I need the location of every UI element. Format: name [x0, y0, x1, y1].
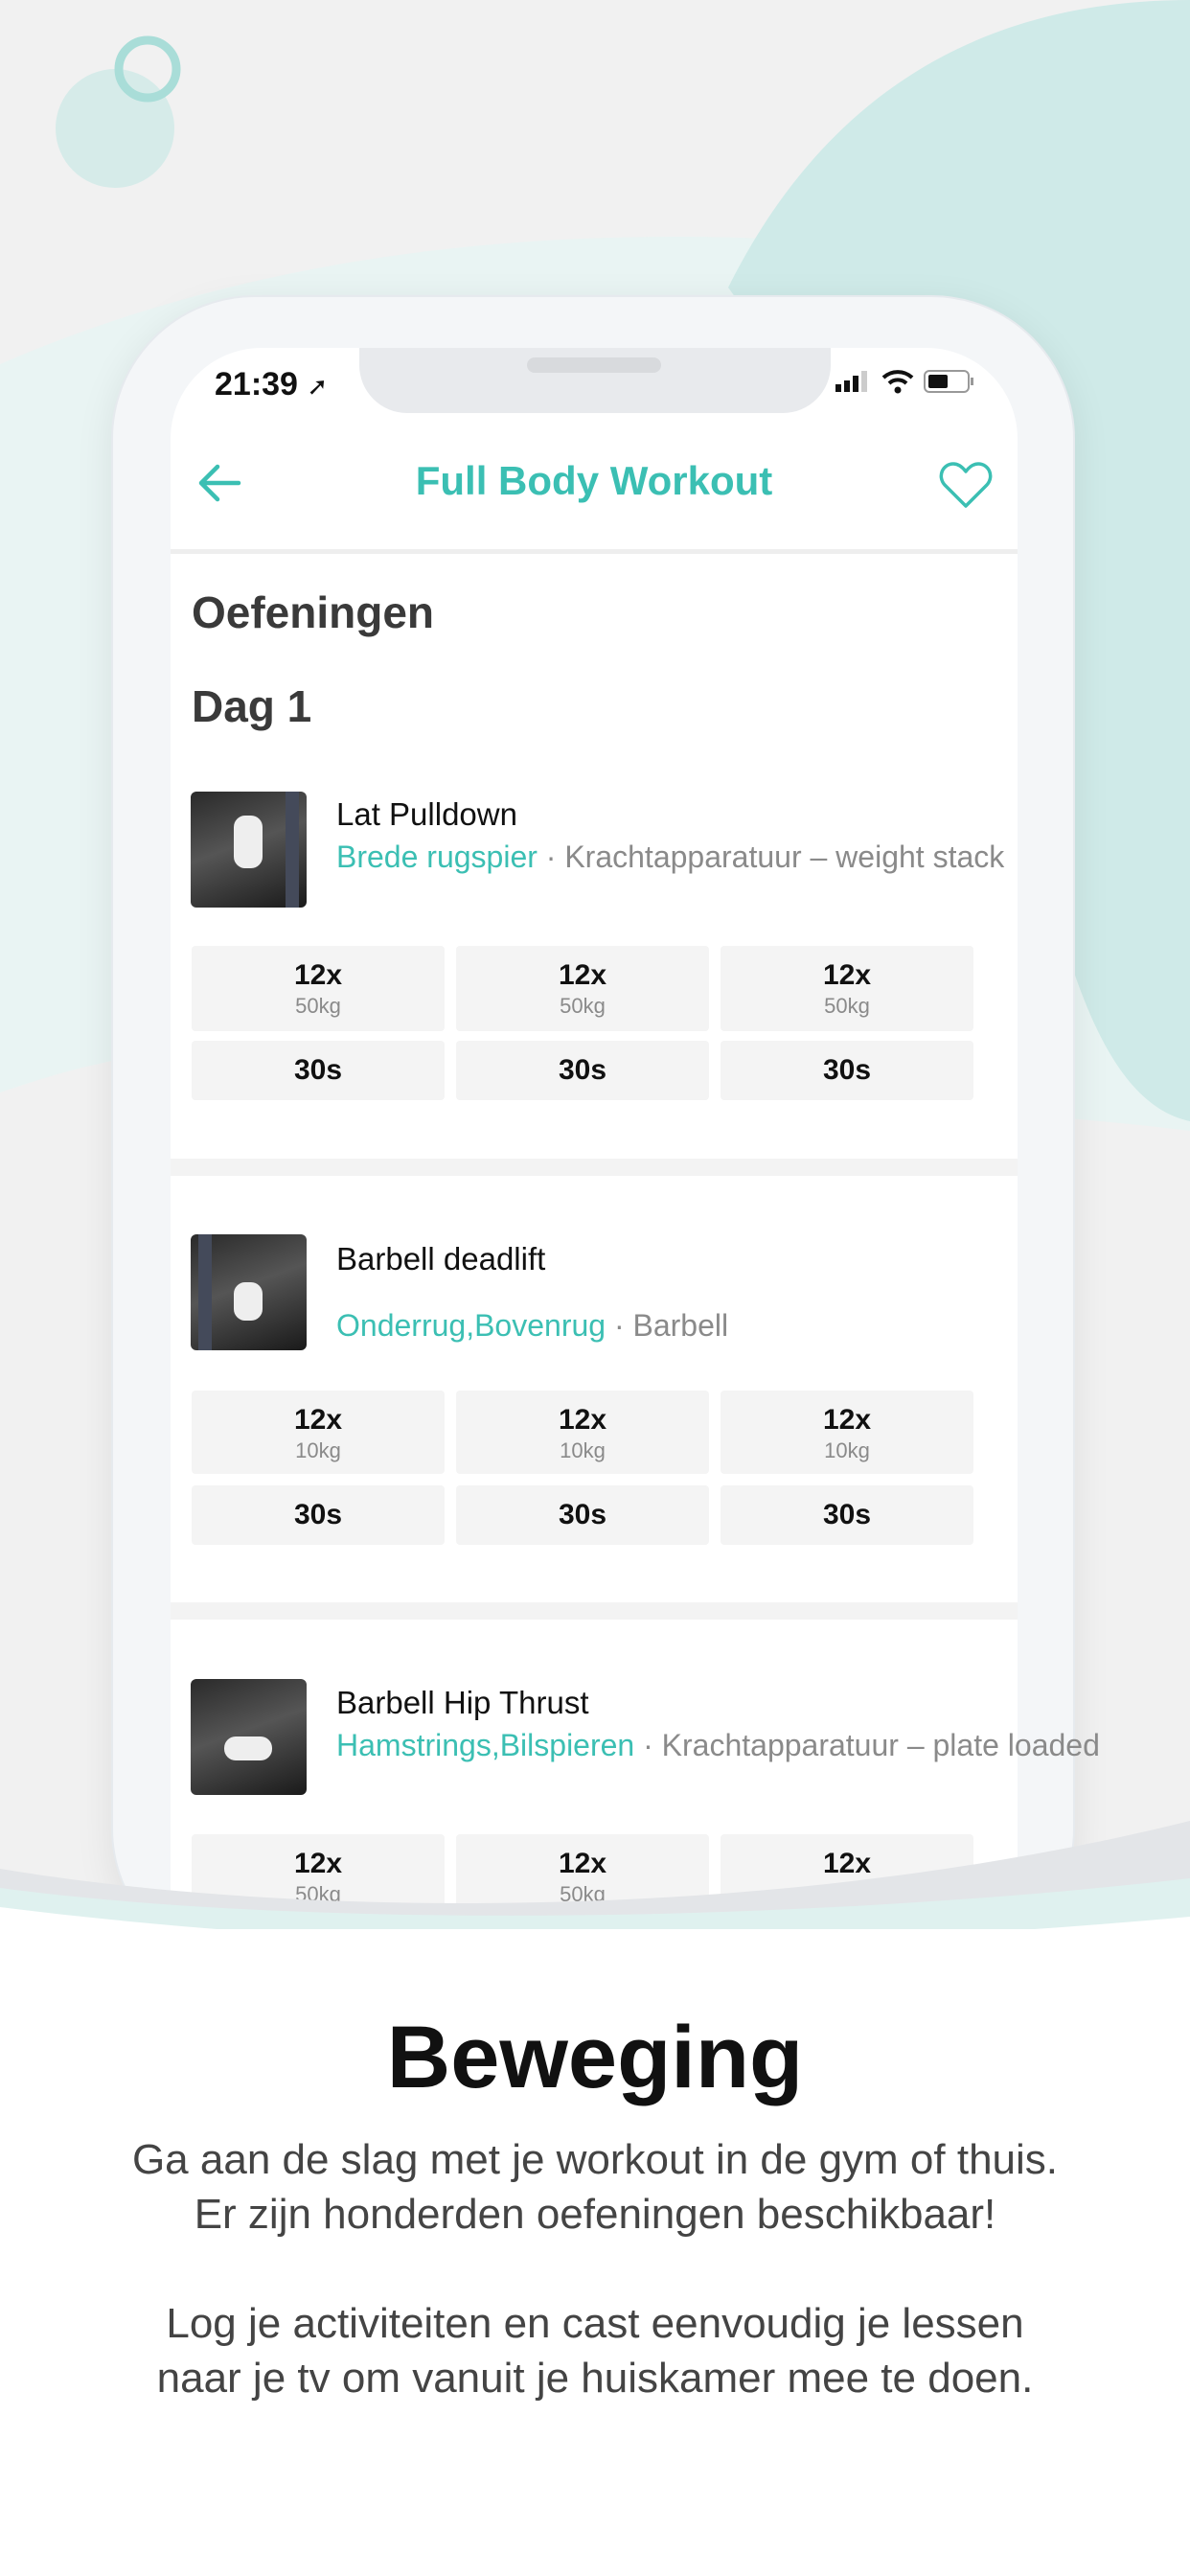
- rest-cell[interactable]: 30s: [721, 1041, 973, 1100]
- header-divider: [171, 549, 1018, 554]
- exercise-name[interactable]: Barbell Hip Thrust: [336, 1685, 589, 1721]
- promo-text-4: naar je tv om vanuit je huiskamer mee te…: [156, 2355, 1034, 2402]
- exercise-equipment: Barbell: [632, 1308, 729, 1343]
- status-icons: [835, 369, 975, 394]
- promo-text-1: Ga aan de slag met je workout in de gym …: [131, 2136, 1059, 2183]
- rest-cell[interactable]: 30s: [456, 1485, 709, 1545]
- exercise-thumbnail[interactable]: [191, 1679, 307, 1795]
- signal-icon: [835, 371, 867, 392]
- exercise-equipment: Krachtapparatuur – weight stack: [564, 840, 1005, 874]
- exercise-meta: Hamstrings,Bilspieren · Krachtapparatuur…: [336, 1728, 1100, 1762]
- set-reps: 12x: [822, 959, 872, 991]
- rest-cell[interactable]: 30s: [721, 1485, 973, 1545]
- day-title: Dag 1: [192, 681, 312, 731]
- exercise-separator: [171, 1602, 1018, 1620]
- promo-text-3: Log je activiteiten en cast eenvoudig je…: [166, 2300, 1024, 2347]
- heart-icon[interactable]: [939, 460, 993, 510]
- promo-title: Beweging: [386, 2009, 804, 2106]
- battery-icon: [924, 370, 973, 393]
- location-arrow-icon: ➚: [307, 372, 329, 401]
- set-weight: 50kg: [560, 994, 606, 1018]
- decor-circle: [56, 69, 174, 188]
- exercise-meta: Onderrug,Bovenrug · Barbell: [336, 1308, 729, 1343]
- exercise-name[interactable]: Lat Pulldown: [336, 796, 517, 833]
- set-cell[interactable]: 12x 50kg: [721, 946, 973, 1031]
- section-title: Oefeningen: [192, 587, 435, 637]
- speaker-grille: [527, 357, 661, 373]
- status-time: 21:39 ➚: [215, 366, 329, 402]
- promo-text-2: Er zijn honderden oefeningen beschikbaar…: [194, 2191, 996, 2238]
- wifi-icon: [881, 370, 914, 394]
- set-reps: 12x: [293, 1404, 343, 1436]
- set-cell[interactable]: 12x 10kg: [456, 1391, 709, 1474]
- set-weight: 50kg: [295, 994, 341, 1018]
- rest-cell[interactable]: 30s: [192, 1041, 445, 1100]
- set-reps: 12x: [558, 1404, 607, 1436]
- exercise-name[interactable]: Barbell deadlift: [336, 1241, 545, 1277]
- page-title: Full Body Workout: [415, 458, 773, 503]
- exercise-muscles: Brede rugspier: [336, 840, 538, 874]
- set-weight: 10kg: [295, 1438, 341, 1462]
- set-cell[interactable]: 12x 50kg: [456, 946, 709, 1031]
- set-cell[interactable]: 12x 10kg: [192, 1391, 445, 1474]
- exercise-thumbnail[interactable]: [191, 1234, 307, 1350]
- set-weight: 10kg: [560, 1438, 606, 1462]
- exercise-meta: Brede rugspier · Krachtapparatuur – weig…: [336, 840, 1005, 874]
- exercise-thumbnail[interactable]: [191, 792, 307, 908]
- set-weight: 10kg: [824, 1438, 870, 1462]
- exercise-muscles: Onderrug,Bovenrug: [336, 1308, 606, 1343]
- rest-cell[interactable]: 30s: [456, 1041, 709, 1100]
- set-cell[interactable]: 12x 10kg: [721, 1391, 973, 1474]
- rest-cell[interactable]: 30s: [192, 1485, 445, 1545]
- set-weight: 50kg: [824, 994, 870, 1018]
- exercise-muscles: Hamstrings,Bilspieren: [336, 1728, 635, 1762]
- exercise-equipment: Krachtapparatuur – plate loaded: [661, 1728, 1100, 1762]
- set-reps: 12x: [822, 1404, 872, 1436]
- set-reps: 12x: [293, 959, 343, 991]
- set-cell[interactable]: 12x 50kg: [192, 946, 445, 1031]
- exercise-separator: [171, 1159, 1018, 1176]
- set-reps: 12x: [558, 959, 607, 991]
